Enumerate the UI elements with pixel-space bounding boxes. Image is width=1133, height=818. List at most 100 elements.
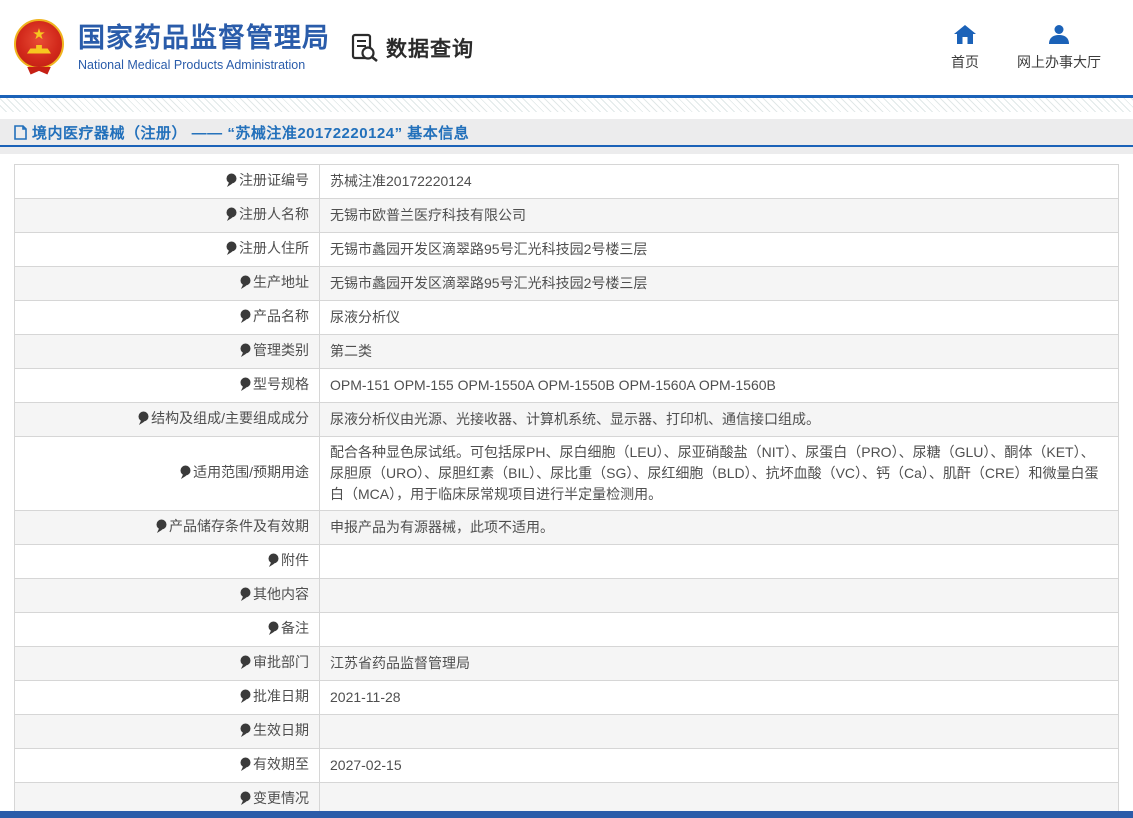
row-value-cell: 申报产品为有源器械，此项不适用。 xyxy=(320,511,1119,545)
row-label: 备注 xyxy=(281,620,309,636)
row-value-cell: 2021-11-28 xyxy=(320,681,1119,715)
row-label: 变更情况 xyxy=(253,790,309,806)
row-label-cell: 管理类别 xyxy=(15,335,320,369)
breadcrumb-band: 境内医疗器械（注册） —— “苏械注准20172220124” 基本信息 xyxy=(0,119,1133,154)
row-label: 生效日期 xyxy=(253,722,309,738)
data-query-section[interactable]: 数据查询 xyxy=(350,33,474,63)
note-pin-icon xyxy=(226,206,237,227)
nav-home-label: 首页 xyxy=(951,52,979,72)
gate-icon xyxy=(27,45,51,54)
note-pin-icon xyxy=(180,464,191,485)
row-value-cell: 无锡市蠡园开发区滴翠路95号汇光科技园2号楼三层 xyxy=(320,267,1119,301)
row-label-cell: 批准日期 xyxy=(15,681,320,715)
row-label-cell: 适用范围/预期用途 xyxy=(15,437,320,511)
row-label: 产品储存条件及有效期 xyxy=(169,518,309,534)
row-label: 适用范围/预期用途 xyxy=(193,464,309,480)
row-value-cell: 第二类 xyxy=(320,335,1119,369)
row-label: 审批部门 xyxy=(253,654,309,670)
row-label-cell: 备注 xyxy=(15,613,320,647)
user-icon xyxy=(1049,24,1069,44)
table-row: 产品名称 尿液分析仪 xyxy=(15,301,1119,335)
stripe-band xyxy=(0,98,1133,112)
table-row: 有效期至 2027-02-15 xyxy=(15,749,1119,783)
note-pin-icon xyxy=(226,240,237,261)
note-pin-icon xyxy=(240,756,251,777)
row-value-cell xyxy=(320,715,1119,749)
table-row: 生产地址 无锡市蠡园开发区滴翠路95号汇光科技园2号楼三层 xyxy=(15,267,1119,301)
row-label-cell: 结构及组成/主要组成成分 xyxy=(15,403,320,437)
row-label-cell: 注册证编号 xyxy=(15,165,320,199)
note-pin-icon xyxy=(268,552,279,573)
row-label-cell: 审批部门 xyxy=(15,647,320,681)
row-label-cell: 注册人住所 xyxy=(15,233,320,267)
page-header: ★ 国家药品监督管理局 National Medical Products Ad… xyxy=(0,0,1133,95)
nav-item-service-hall[interactable]: 网上办事大厅 xyxy=(1017,24,1101,72)
row-label-cell: 注册人名称 xyxy=(15,199,320,233)
breadcrumb-text: 境内医疗器械（注册） —— “苏械注准20172220124” 基本信息 xyxy=(32,122,469,143)
row-value-cell: 2027-02-15 xyxy=(320,749,1119,783)
national-emblem-logo: ★ xyxy=(14,19,64,77)
row-label-cell: 其他内容 xyxy=(15,579,320,613)
note-pin-icon xyxy=(226,172,237,193)
table-row: 产品储存条件及有效期 申报产品为有源器械，此项不适用。 xyxy=(15,511,1119,545)
nav-item-home[interactable]: 首页 xyxy=(951,24,979,72)
row-value-cell xyxy=(320,579,1119,613)
row-value-cell: 无锡市欧普兰医疗科技有限公司 xyxy=(320,199,1119,233)
row-value-cell: 江苏省药品监督管理局 xyxy=(320,647,1119,681)
table-row: 备注 xyxy=(15,613,1119,647)
spacer xyxy=(0,112,1133,119)
header-nav: 首页 网上办事大厅 xyxy=(951,24,1119,72)
registration-info-section: 注册证编号 苏械注准20172220124 注册人名称 无锡市欧普兰医疗科技有限… xyxy=(14,164,1119,818)
row-label-cell: 产品名称 xyxy=(15,301,320,335)
table-row: 附件 xyxy=(15,545,1119,579)
nav-service-hall-label: 网上办事大厅 xyxy=(1017,52,1101,72)
table-row: 生效日期 xyxy=(15,715,1119,749)
table-row: 批准日期 2021-11-28 xyxy=(15,681,1119,715)
table-row: 型号规格 OPM-151 OPM-155 OPM-1550A OPM-1550B… xyxy=(15,369,1119,403)
row-value-cell: 尿液分析仪由光源、光接收器、计算机系统、显示器、打印机、通信接口组成。 xyxy=(320,403,1119,437)
note-pin-icon xyxy=(268,620,279,641)
row-label: 产品名称 xyxy=(253,308,309,324)
emblem-ring: ★ xyxy=(14,19,64,69)
row-label: 注册证编号 xyxy=(239,172,309,188)
document-icon xyxy=(14,125,27,140)
row-label-cell: 产品储存条件及有效期 xyxy=(15,511,320,545)
footer-band xyxy=(0,811,1133,818)
document-search-icon xyxy=(350,33,380,63)
row-value-cell xyxy=(320,613,1119,647)
registration-info-table: 注册证编号 苏械注准20172220124 注册人名称 无锡市欧普兰医疗科技有限… xyxy=(14,164,1119,818)
row-label: 有效期至 xyxy=(253,756,309,772)
row-label-cell: 生产地址 xyxy=(15,267,320,301)
org-title-zh: 国家药品监督管理局 xyxy=(78,23,330,54)
row-label: 其他内容 xyxy=(253,586,309,602)
note-pin-icon xyxy=(240,274,251,295)
row-value-cell: OPM-151 OPM-155 OPM-1550A OPM-1550B OPM-… xyxy=(320,369,1119,403)
row-label: 注册人名称 xyxy=(239,206,309,222)
note-pin-icon xyxy=(240,722,251,743)
breadcrumb: 境内医疗器械（注册） —— “苏械注准20172220124” 基本信息 xyxy=(0,119,1133,147)
data-query-label: 数据查询 xyxy=(386,33,474,63)
table-body: 注册证编号 苏械注准20172220124 注册人名称 无锡市欧普兰医疗科技有限… xyxy=(15,165,1119,818)
row-value-cell: 配合各种显色尿试纸。可包括尿PH、尿白细胞（LEU）、尿亚硝酸盐（NIT）、尿蛋… xyxy=(320,437,1119,511)
star-icon: ★ xyxy=(32,27,45,42)
note-pin-icon xyxy=(240,654,251,675)
table-row: 结构及组成/主要组成成分 尿液分析仪由光源、光接收器、计算机系统、显示器、打印机… xyxy=(15,403,1119,437)
table-row: 适用范围/预期用途 配合各种显色尿试纸。可包括尿PH、尿白细胞（LEU）、尿亚硝… xyxy=(15,437,1119,511)
row-label: 结构及组成/主要组成成分 xyxy=(151,410,309,426)
row-label-cell: 有效期至 xyxy=(15,749,320,783)
table-row: 审批部门 江苏省药品监督管理局 xyxy=(15,647,1119,681)
note-pin-icon xyxy=(240,308,251,329)
note-pin-icon xyxy=(156,518,167,539)
table-row: 注册人住所 无锡市蠡园开发区滴翠路95号汇光科技园2号楼三层 xyxy=(15,233,1119,267)
row-value-cell xyxy=(320,545,1119,579)
row-label: 生产地址 xyxy=(253,274,309,290)
org-title-en: National Medical Products Administration xyxy=(78,58,330,72)
note-pin-icon xyxy=(138,410,149,431)
row-label-cell: 型号规格 xyxy=(15,369,320,403)
table-row: 注册证编号 苏械注准20172220124 xyxy=(15,165,1119,199)
org-title-block: 国家药品监督管理局 National Medical Products Admi… xyxy=(78,23,330,71)
note-pin-icon xyxy=(240,376,251,397)
home-icon xyxy=(954,24,976,44)
note-pin-icon xyxy=(240,586,251,607)
row-label: 型号规格 xyxy=(253,376,309,392)
